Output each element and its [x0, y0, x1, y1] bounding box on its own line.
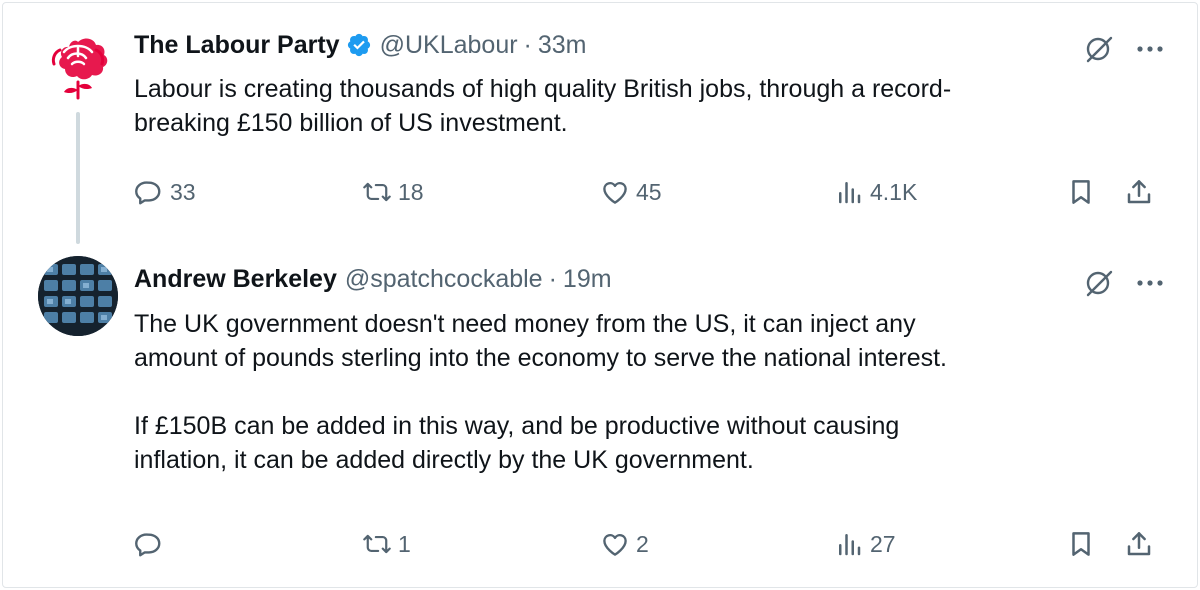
tweet-text: The UK government doesn't need money fro…: [134, 307, 1164, 477]
grok-icon[interactable]: [1084, 268, 1114, 298]
tweet-header: Andrew Berkeley @spatchcockable · 19m: [134, 264, 612, 294]
author-handle[interactable]: @spatchcockable: [345, 264, 543, 294]
author-name[interactable]: The Labour Party: [134, 30, 340, 60]
bookmark-button[interactable]: [1066, 529, 1096, 559]
reply-button[interactable]: 33: [134, 177, 196, 207]
heart-icon: [600, 529, 630, 559]
separator-dot: ·: [523, 31, 532, 59]
tweet-text-line: [134, 375, 1164, 409]
reply-icon: [134, 529, 164, 559]
tweet-text: Labour is creating thousands of high qua…: [134, 72, 1164, 140]
views-count: 27: [870, 530, 896, 557]
views-count: 4.1K: [870, 178, 918, 205]
labour-rose-logo-icon: [51, 38, 108, 100]
views-icon: [834, 177, 864, 207]
tweet-text-line: If £150B can be added in this way, and b…: [134, 412, 900, 440]
tweet-header: The Labour Party @UKLabour · 33m: [134, 30, 587, 60]
retweet-button[interactable]: 18: [362, 177, 424, 207]
reply-count: 33: [170, 178, 196, 205]
tweet-actions: 33 18 45 4.1K: [134, 177, 1164, 211]
tweet-actions: 1 2 27: [134, 529, 1164, 563]
avatar[interactable]: [38, 256, 118, 336]
tweet-text-line: inflation, it can be added directly by t…: [134, 446, 754, 474]
author-name[interactable]: Andrew Berkeley: [134, 264, 337, 294]
retweet-button[interactable]: 1: [362, 529, 411, 559]
thread-line: [76, 112, 80, 244]
like-count: 45: [636, 178, 662, 205]
tweet-text-line: breaking £150 billion of US investment.: [134, 109, 568, 137]
avatar[interactable]: [38, 24, 118, 104]
tweet-top-icons: [1084, 34, 1164, 64]
retweet-count: 18: [398, 178, 424, 205]
reply-icon: [134, 177, 164, 207]
share-icon: [1124, 529, 1154, 559]
grid-of-screens-photo-icon: [38, 256, 118, 336]
like-count: 2: [636, 530, 649, 557]
share-button[interactable]: [1124, 529, 1154, 559]
tweet-text-line: The UK government doesn't need money fro…: [134, 310, 916, 338]
retweet-count: 1: [398, 530, 411, 557]
timestamp[interactable]: 19m: [563, 264, 612, 294]
views-icon: [834, 529, 864, 559]
verified-badge-icon: [346, 32, 372, 58]
separator-dot: ·: [548, 265, 557, 293]
bookmark-button[interactable]: [1066, 177, 1096, 207]
more-icon[interactable]: [1136, 44, 1164, 54]
views-button[interactable]: 4.1K: [834, 177, 917, 207]
tweet-text-line: amount of pounds sterling into the econo…: [134, 344, 947, 372]
reply-button[interactable]: [134, 529, 170, 559]
grok-icon[interactable]: [1084, 34, 1114, 64]
views-button[interactable]: 27: [834, 529, 896, 559]
bookmark-icon: [1066, 529, 1096, 559]
share-icon: [1124, 177, 1154, 207]
timestamp[interactable]: 33m: [538, 30, 587, 60]
tweet-text-line: Labour is creating thousands of high qua…: [134, 75, 952, 103]
like-button[interactable]: 45: [600, 177, 662, 207]
retweet-icon: [362, 529, 392, 559]
share-button[interactable]: [1124, 177, 1154, 207]
retweet-icon: [362, 177, 392, 207]
author-handle[interactable]: @UKLabour: [380, 30, 518, 60]
more-icon[interactable]: [1136, 278, 1164, 288]
tweet-top-icons: [1084, 268, 1164, 298]
heart-icon: [600, 177, 630, 207]
like-button[interactable]: 2: [600, 529, 649, 559]
bookmark-icon: [1066, 177, 1096, 207]
